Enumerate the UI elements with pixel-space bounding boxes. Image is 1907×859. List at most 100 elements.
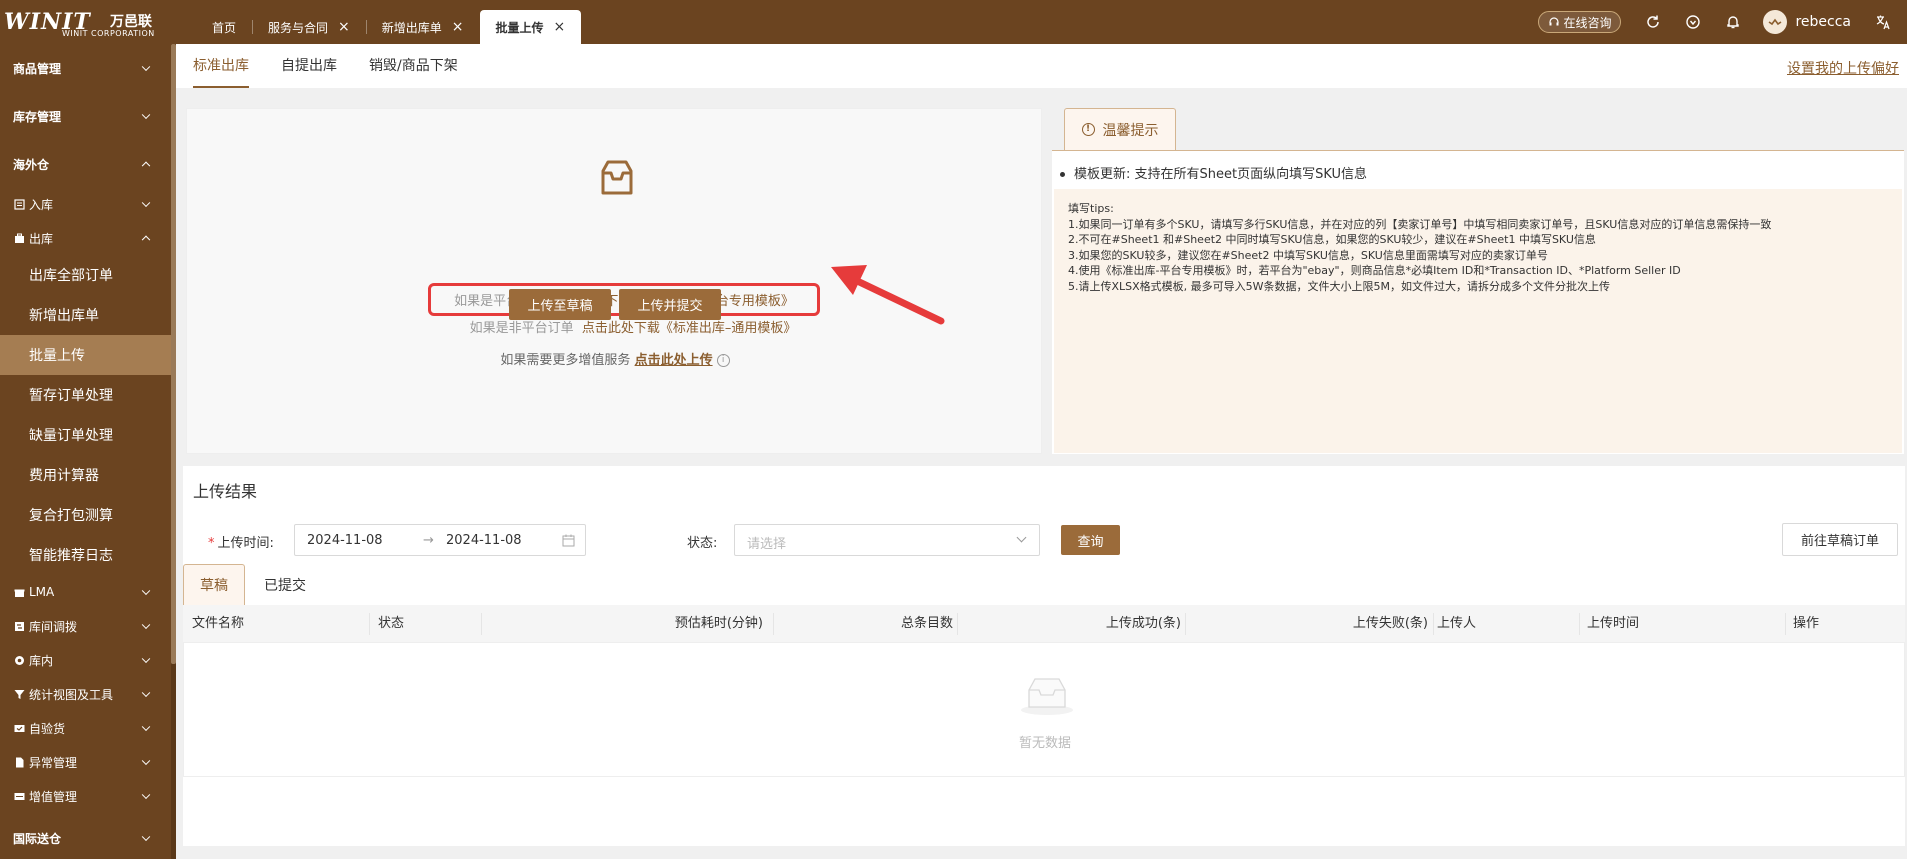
sidebar-item-new-outbound[interactable]: 新增出库单 (0, 295, 171, 335)
close-icon[interactable]: × (338, 19, 350, 35)
username[interactable]: rebecca (1795, 14, 1851, 30)
col-failed: 上传失败(条) (1352, 616, 1428, 631)
sidebar-sub-outbound[interactable]: 出库 (0, 221, 171, 255)
sidebar-item-batch-upload[interactable]: 批量上传 (0, 335, 171, 375)
date-start-input[interactable]: 2024-11-08 (307, 533, 383, 548)
tab-new-outbound[interactable]: 新增出库单 × (365, 10, 480, 44)
bell-icon[interactable] (1723, 12, 1743, 32)
sidebar-item-fee-calculator[interactable]: 费用计算器 (0, 455, 171, 495)
col-file-name: 文件名称 (192, 616, 245, 631)
goto-draft-orders-button[interactable]: 前往草稿订单 (1782, 523, 1898, 556)
status-label: 状态: (687, 536, 718, 551)
chevron-down-icon (141, 756, 151, 766)
results-title: 上传结果 (193, 482, 258, 501)
sidebar-sub-lma[interactable]: LMA (0, 575, 171, 609)
query-button[interactable]: 查询 (1061, 525, 1120, 555)
col-actions: 操作 (1793, 616, 1820, 631)
date-end-input[interactable]: 2024-11-08 (446, 533, 522, 548)
sidebar: 商品管理 库存管理 海外仓 入库 出库 出库全部订单 新增出库单 批量上传 暂存… (0, 44, 176, 859)
check-icon (13, 722, 25, 734)
chevron-up-icon (141, 161, 151, 171)
tips-title: 填写tips: (1068, 202, 1114, 215)
range-arrow-icon: → (423, 533, 434, 548)
tip-line: 2.不可在#Sheet1 和#Sheet2 中同时填写SKU信息，如果您的SKU… (1068, 233, 1596, 246)
sidebar-sub-exception[interactable]: 异常管理 (0, 745, 171, 779)
chevron-down-icon (141, 722, 151, 732)
empty-box-icon (1021, 678, 1073, 715)
value-added-service-row: 如果需要更多增值服务 点击此处上传 i (187, 349, 1043, 368)
avatar[interactable] (1763, 10, 1788, 34)
sidebar-item-pack-estimate[interactable]: 复合打包测算 (0, 495, 171, 535)
filter-icon (13, 688, 25, 700)
sidebar-group-stock[interactable]: 库存管理 (0, 92, 171, 140)
close-icon[interactable]: × (452, 19, 464, 35)
status-placeholder: 请选择 (747, 537, 787, 552)
nonplatform-order-text: 如果是非平台订单 (469, 321, 574, 336)
translate-icon[interactable] (1873, 12, 1893, 32)
tab-draft[interactable]: 草稿 (183, 564, 245, 605)
upload-date-range[interactable]: 2024-11-08 → 2024-11-08 (294, 524, 586, 556)
upload-panel: 如果是平台订单 点击此处下载《标准出库–平台专用模板》 如果是非平台订单 点击此… (186, 108, 1042, 454)
sidebar-sub-stats[interactable]: 统计视图及工具 (0, 677, 171, 711)
template-update-note: 模板更新: 支持在所有Sheet页面纵向填写SKU信息 (1060, 163, 1367, 182)
tips-tab[interactable]: ! 温馨提示 (1064, 108, 1176, 150)
sidebar-sub-selfcheck[interactable]: 自验货 (0, 711, 171, 745)
info-icon: ! (1081, 123, 1095, 136)
upload-preference-link[interactable]: 设置我的上传偏好 (1787, 58, 1899, 78)
red-arrow-annotation (831, 265, 945, 325)
brand-logo[interactable]: WINIT 万邑联 WINIT CORPORATION (4, 6, 176, 40)
tip-line: 4.使用《标准出库-平台专用模板》时，若平台为"ebay"，则商品信息*必填It… (1068, 264, 1681, 277)
chevron-down-icon (141, 688, 151, 698)
info-icon[interactable]: i (716, 354, 730, 367)
sidebar-item-shortage-orders[interactable]: 缺量订单处理 (0, 415, 171, 455)
table-body: 暂无数据 (183, 643, 1905, 777)
tab-self-pickup[interactable]: 自提出库 (281, 44, 337, 88)
chevron-down-icon (141, 110, 151, 120)
chevron-down-icon (141, 620, 151, 630)
sidebar-item-all-outbound-orders[interactable]: 出库全部订单 (0, 255, 171, 295)
tab-standard-outbound[interactable]: 标准出库 (193, 44, 249, 88)
tab-destroy-delist[interactable]: 销毁/商品下架 (369, 44, 458, 88)
tab-submitted[interactable]: 已提交 (253, 564, 317, 605)
chevron-down-icon (141, 586, 151, 596)
col-success: 上传成功(条) (1105, 616, 1181, 631)
sidebar-group-goods[interactable]: 商品管理 (0, 44, 171, 92)
shield-icon[interactable] (1683, 12, 1703, 32)
sidebar-group-overseas[interactable]: 海外仓 (0, 140, 171, 188)
outbound-type-tabs: 标准出库 自提出库 销毁/商品下架 设置我的上传偏好 (176, 44, 1907, 88)
sidebar-sub-inwarehouse[interactable]: 库内 (0, 643, 171, 677)
avatar-icon (1769, 18, 1782, 26)
sidebar-group-intl[interactable]: 国际送仓 (0, 814, 171, 859)
value-added-upload-link[interactable]: 点击此处上传 (635, 353, 713, 368)
upload-and-submit-button[interactable]: 上传并提交 (619, 289, 721, 320)
chevron-down-icon (141, 832, 151, 842)
status-select[interactable]: 请选择 (734, 524, 1040, 556)
fill-tips-box: 填写tips: 1.如果同一订单有多个SKU，请填写多行SKU信息，并在对应的列… (1054, 189, 1902, 453)
logo-cn: 万邑联 (110, 14, 152, 30)
calendar-icon (562, 534, 575, 547)
headset-icon (1549, 17, 1560, 26)
tab-service-contract[interactable]: 服务与合同 × (252, 10, 366, 44)
close-icon[interactable]: × (554, 19, 566, 35)
transfer-icon (13, 620, 25, 632)
sidebar-sub-transfer[interactable]: 库间调拨 (0, 609, 171, 643)
general-template-link[interactable]: 点击此处下载《标准出库–通用模板》 (582, 321, 797, 336)
online-consult-button[interactable]: 在线咨询 (1538, 11, 1622, 33)
chevron-down-icon (141, 790, 151, 800)
sidebar-sub-vas[interactable]: 增值管理 (0, 779, 171, 813)
top-right-tools: 在线咨询 rebecca (1538, 0, 1907, 44)
sidebar-sub-inbound[interactable]: 入库 (0, 187, 171, 221)
col-status: 状态 (378, 616, 405, 631)
card-icon (13, 790, 25, 802)
refresh-icon[interactable] (1643, 12, 1663, 32)
tips-panel: ! 温馨提示 模板更新: 支持在所有Sheet页面纵向填写SKU信息 填写tip… (1052, 108, 1904, 454)
document-icon (13, 756, 25, 768)
tab-home[interactable]: 首页 (196, 10, 252, 44)
gear-icon (13, 654, 25, 666)
tab-batch-upload[interactable]: 批量上传 × (479, 10, 582, 44)
sidebar-item-temp-orders[interactable]: 暂存订单处理 (0, 375, 171, 415)
tip-line: 1.如果同一订单有多个SKU，请填写多行SKU信息，并在对应的列【卖家订单号】中… (1068, 217, 1772, 231)
sidebar-item-recommend-log[interactable]: 智能推荐日志 (0, 535, 171, 575)
upload-to-draft-button[interactable]: 上传至草稿 (509, 289, 611, 320)
tips-body: 模板更新: 支持在所有Sheet页面纵向填写SKU信息 填写tips: 1.如果… (1052, 150, 1904, 454)
